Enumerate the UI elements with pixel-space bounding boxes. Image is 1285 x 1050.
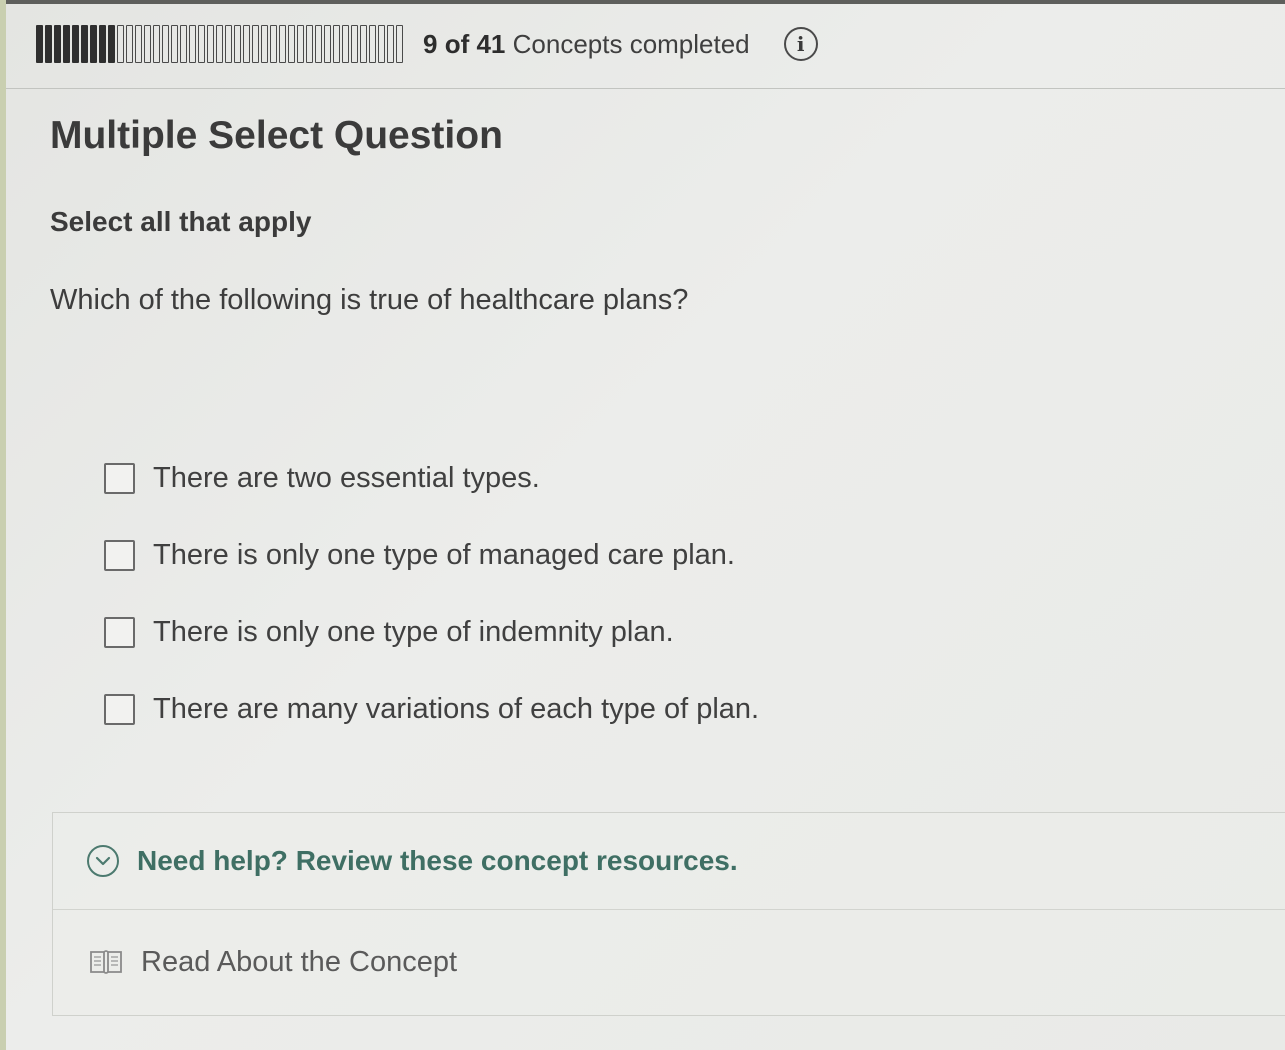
progress-segment — [81, 25, 88, 63]
answer-options: There are two essential types. There is … — [104, 440, 759, 748]
answer-option[interactable]: There is only one type of indemnity plan… — [104, 594, 759, 671]
progress-segment — [225, 25, 232, 63]
question-instruction: Select all that apply — [50, 206, 312, 237]
progress-segment — [360, 25, 367, 63]
progress-segment — [387, 25, 394, 63]
progress-segment — [396, 25, 403, 63]
progress-segment — [144, 25, 151, 63]
chevron-down-circle-icon — [87, 845, 119, 877]
top-edge — [6, 0, 1285, 4]
progress-segment — [234, 25, 241, 63]
read-about-concept-label: Read About the Concept — [141, 945, 458, 978]
answer-option-label: There are many variations of each type o… — [153, 693, 760, 725]
progress-segment — [216, 25, 223, 63]
answer-option-label: There is only one type of indemnity plan… — [153, 616, 674, 648]
progress-segment — [369, 25, 376, 63]
progress-segment — [162, 25, 169, 63]
progress-segment — [297, 25, 304, 63]
progress-segment — [90, 25, 97, 63]
progress-current: 9 — [423, 28, 438, 59]
progress-segment — [243, 25, 250, 63]
progress-segment — [189, 25, 196, 63]
progress-segment — [180, 25, 187, 63]
concept-resources-panel: Need help? Review these concept resource… — [52, 812, 1285, 1016]
progress-segment — [117, 25, 124, 63]
progress-header: 9 of 41 Concepts completed i — [36, 22, 818, 66]
progress-segment — [324, 25, 331, 63]
progress-label: Concepts completed — [512, 28, 750, 59]
progress-segment — [342, 25, 349, 63]
progress-segment — [45, 25, 52, 63]
answer-option-label: There are two essential types. — [153, 462, 540, 494]
progress-text: 9 of 41 Concepts completed — [423, 29, 750, 60]
answer-checkbox[interactable] — [104, 694, 135, 725]
progress-segment — [36, 25, 43, 63]
progress-segment — [207, 25, 214, 63]
concept-progress-bar — [36, 24, 405, 64]
answer-option-label: There is only one type of managed care p… — [153, 539, 735, 571]
progress-segment — [261, 25, 268, 63]
progress-segment — [108, 25, 115, 63]
question-prompt: Which of the following is true of health… — [50, 284, 689, 316]
answer-option[interactable]: There are two essential types. — [104, 440, 759, 517]
progress-segment — [54, 25, 61, 63]
progress-segment — [279, 25, 286, 63]
concept-resources-title: Need help? Review these concept resource… — [137, 845, 738, 876]
progress-segment — [270, 25, 277, 63]
progress-segment — [198, 25, 205, 63]
read-about-concept-link[interactable]: Read About the Concept — [53, 910, 1285, 1014]
progress-segment — [378, 25, 385, 63]
answer-checkbox[interactable] — [104, 540, 135, 571]
progress-segment — [126, 25, 133, 63]
progress-segment — [288, 25, 295, 63]
progress-segment — [315, 25, 322, 63]
answer-option[interactable]: There are many variations of each type o… — [104, 671, 759, 748]
progress-segment — [252, 25, 259, 63]
header-divider — [6, 88, 1285, 89]
answer-option[interactable]: There is only one type of managed care p… — [104, 517, 759, 594]
progress-segment — [153, 25, 160, 63]
progress-segment — [351, 25, 358, 63]
concept-resources-toggle[interactable]: Need help? Review these concept resource… — [53, 813, 1285, 910]
progress-segment — [171, 25, 178, 63]
progress-segment — [333, 25, 340, 63]
progress-segment — [99, 25, 106, 63]
info-icon[interactable]: i — [783, 27, 818, 61]
progress-of-total: of 41 — [444, 28, 506, 59]
question-type-heading: Multiple Select Question — [50, 114, 503, 157]
book-icon — [90, 950, 122, 974]
progress-segment — [72, 25, 79, 63]
answer-checkbox[interactable] — [104, 617, 135, 648]
progress-segment — [63, 25, 70, 63]
page: 9 of 41 Concepts completed i Multiple Se… — [0, 0, 1285, 1050]
answer-checkbox[interactable] — [104, 463, 135, 494]
progress-segment — [135, 25, 142, 63]
progress-segment — [306, 25, 313, 63]
